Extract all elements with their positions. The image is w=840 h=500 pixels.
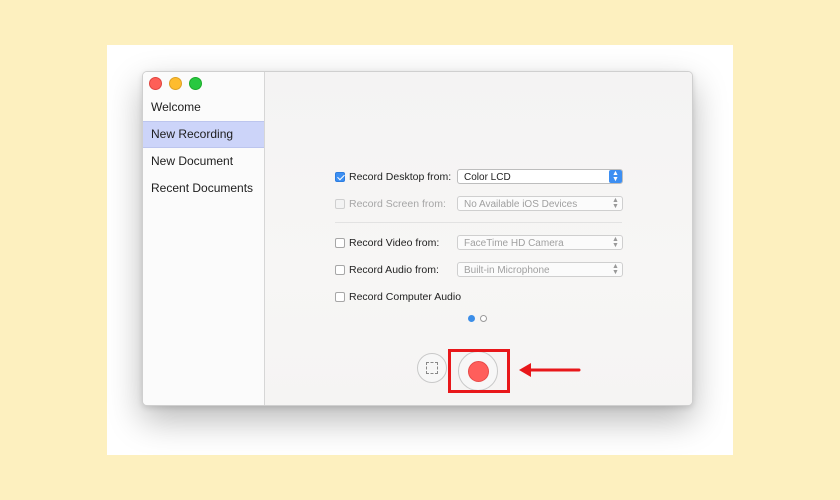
page-indicator xyxy=(468,315,487,322)
record-audio-row: Record Audio from: xyxy=(335,261,439,279)
sidebar-item-new-document[interactable]: New Document xyxy=(143,148,264,175)
record-button-highlight xyxy=(448,349,510,393)
chevron-updown-icon: ▲ ▼ xyxy=(612,197,619,210)
record-computer-audio-row: Record Computer Audio xyxy=(335,288,461,306)
app-window: Welcome New Recording New Document Recen… xyxy=(142,71,693,406)
record-computer-audio-checkbox[interactable] xyxy=(335,292,345,302)
record-screen-row: Record Screen from: xyxy=(335,195,446,213)
zoom-button[interactable] xyxy=(189,77,202,90)
sidebar-nav: Welcome New Recording New Document Recen… xyxy=(143,94,264,202)
sidebar-item-recent-documents[interactable]: Recent Documents xyxy=(143,175,264,202)
record-desktop-select[interactable]: Color LCD ▲ ▼ xyxy=(457,169,623,184)
record-audio-value: Built-in Microphone xyxy=(464,265,550,276)
record-audio-label: Record Audio from: xyxy=(349,264,439,276)
sidebar-item-new-recording[interactable]: New Recording xyxy=(143,121,264,148)
record-desktop-value: Color LCD xyxy=(464,172,511,183)
record-audio-checkbox[interactable] xyxy=(335,265,345,275)
record-computer-audio-label: Record Computer Audio xyxy=(349,291,462,303)
divider xyxy=(335,222,622,223)
page-dot-1[interactable] xyxy=(468,315,475,322)
sidebar: Welcome New Recording New Document Recen… xyxy=(143,72,265,405)
record-screen-checkbox[interactable] xyxy=(335,199,345,209)
record-area-button[interactable] xyxy=(417,353,447,383)
record-desktop-label: Record Desktop from: xyxy=(349,171,452,183)
page-dot-2[interactable] xyxy=(480,315,487,322)
record-desktop-checkbox[interactable] xyxy=(335,172,345,182)
record-video-label: Record Video from: xyxy=(349,237,440,249)
chevron-updown-icon: ▲ ▼ xyxy=(609,170,622,183)
record-screen-label: Record Screen from: xyxy=(349,198,446,210)
selection-area-icon xyxy=(426,362,438,374)
window-controls xyxy=(149,77,202,90)
record-audio-select[interactable]: Built-in Microphone ▲ ▼ xyxy=(457,262,623,277)
record-screen-value: No Available iOS Devices xyxy=(464,199,578,210)
sidebar-item-welcome[interactable]: Welcome xyxy=(143,94,264,121)
record-screen-select[interactable]: No Available iOS Devices ▲ ▼ xyxy=(457,196,623,211)
pointer-arrow-icon xyxy=(519,363,581,377)
record-video-row: Record Video from: xyxy=(335,234,439,252)
record-video-checkbox[interactable] xyxy=(335,238,345,248)
record-desktop-row: Record Desktop from: xyxy=(335,168,451,186)
record-video-select[interactable]: FaceTime HD Camera ▲ ▼ xyxy=(457,235,623,250)
chevron-updown-icon: ▲ ▼ xyxy=(612,236,619,249)
close-button[interactable] xyxy=(149,77,162,90)
minimize-button[interactable] xyxy=(169,77,182,90)
chevron-updown-icon: ▲ ▼ xyxy=(612,263,619,276)
record-video-value: FaceTime HD Camera xyxy=(464,238,564,249)
